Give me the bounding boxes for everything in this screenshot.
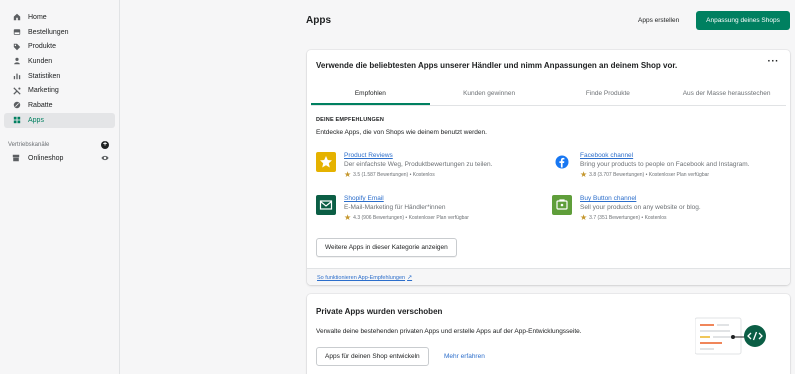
sidebar-item-label: Bestellungen <box>28 28 69 36</box>
rating-star-icon: ★ <box>344 170 352 179</box>
app-card-buy-button: Buy Button channel Sell your products on… <box>552 195 701 222</box>
apps-icon <box>12 115 22 125</box>
tab-recommended[interactable]: Empfohlen <box>311 84 430 105</box>
sidebar-item-label: Produkte <box>28 43 57 51</box>
rating-star-icon: ★ <box>580 170 588 179</box>
sidebar-item-label: Apps <box>28 116 44 124</box>
app-description: Bring your products to people on Faceboo… <box>580 161 750 168</box>
app-rating: 3.7 (351 Bewertungen) • Kostenlos <box>589 215 667 221</box>
analytics-icon <box>12 71 22 81</box>
tab-win-customers[interactable]: Kunden gewinnen <box>430 84 549 105</box>
sidebar-item-label: Statistiken <box>28 72 61 80</box>
developer-illustration-icon <box>695 317 766 355</box>
sales-channels-header: Vertriebskanäle + <box>0 138 119 152</box>
create-apps-button[interactable]: Apps erstellen <box>630 12 687 30</box>
sidebar-item-orders[interactable]: Bestellungen <box>4 25 115 40</box>
develop-apps-button[interactable]: Apps für deinen Shop entwickeln <box>316 347 429 366</box>
app-rating: 4.3 (906 Bewertungen) • Kostenloser Plan… <box>353 215 469 221</box>
external-link-icon: ↗ <box>407 275 413 281</box>
rating-star-icon: ★ <box>580 213 588 222</box>
more-actions-icon[interactable]: ··· <box>768 56 780 67</box>
sidebar-item-analytics[interactable]: Statistiken <box>4 69 115 84</box>
app-description: E-Mail-Marketing für Händler*innen <box>344 204 446 211</box>
app-rating: 3.8 (3.707 Bewertungen) • Kostenloser Pl… <box>589 172 710 178</box>
email-icon <box>316 195 336 215</box>
sidebar-item-label: Home <box>28 13 47 21</box>
facebook-icon <box>552 152 572 172</box>
sidebar-item-products[interactable]: Produkte <box>4 39 115 54</box>
sales-channels-label: Vertriebskanäle <box>8 141 50 148</box>
card-footer: So funktionieren App-Empfehlungen ↗ <box>307 268 790 285</box>
tab-find-products[interactable]: Finde Produkte <box>549 84 668 105</box>
tab-bar: Empfohlen Kunden gewinnen Finde Produkte… <box>311 84 786 106</box>
sidebar: Home Bestellungen Produkte Kunden Statis… <box>0 0 120 374</box>
page-title: Apps <box>306 15 331 26</box>
app-card-shopify-email: Shopify Email E-Mail-Marketing für Händl… <box>316 195 469 222</box>
star-icon <box>316 152 336 172</box>
recommendations-title: Verwende die beliebtesten Apps unserer H… <box>316 61 678 70</box>
private-apps-title: Private Apps wurden verschoben <box>316 307 443 316</box>
rating-star-icon: ★ <box>344 213 352 222</box>
footer-link-label: So funktionieren App-Empfehlungen <box>317 275 406 281</box>
how-recommendations-work-link[interactable]: So funktionieren App-Empfehlungen ↗ <box>317 274 412 281</box>
app-card-product-reviews: Product Reviews Der einfachste Weg, Prod… <box>316 152 492 179</box>
app-name-link[interactable]: Buy Button channel <box>580 195 701 202</box>
app-description: Der einfachste Weg, Produktbewertungen z… <box>344 161 493 168</box>
sidebar-item-onlineshop[interactable]: Onlineshop <box>0 152 119 166</box>
tab-stand-out[interactable]: Aus der Masse herausstechen <box>667 84 786 105</box>
buy-button-icon <box>552 195 572 215</box>
private-apps-description: Verwalte deine bestehenden privaten Apps… <box>316 328 582 335</box>
sidebar-item-apps[interactable]: Apps <box>4 112 115 128</box>
sidebar-item-customers[interactable]: Kunden <box>4 54 115 69</box>
store-icon <box>12 154 22 164</box>
orders-icon <box>12 27 22 37</box>
app-name-link[interactable]: Facebook channel <box>580 152 749 159</box>
tag-icon <box>12 42 22 52</box>
app-description: Sell your products on any website or blo… <box>580 204 701 211</box>
sidebar-item-discounts[interactable]: Rabatte <box>4 98 115 113</box>
eye-icon[interactable] <box>101 154 109 164</box>
sidebar-item-home[interactable]: Home <box>4 10 115 25</box>
app-name-link[interactable]: Product Reviews <box>344 152 492 159</box>
sidebar-item-label: Rabatte <box>28 101 53 109</box>
more-apps-button[interactable]: Weitere Apps in dieser Kategorie anzeige… <box>316 238 457 257</box>
sidebar-item-marketing[interactable]: Marketing <box>4 83 115 98</box>
home-icon <box>12 12 22 22</box>
customize-shop-button[interactable]: Anpassung deines Shops <box>696 11 790 30</box>
recommendations-card: Verwende die beliebtesten Apps unserer H… <box>307 50 790 285</box>
app-rating: 3.5 (1.587 Bewertungen) • Kostenlos <box>353 172 435 178</box>
private-apps-card: Private Apps wurden verschoben Verwalte … <box>307 294 790 374</box>
add-channel-icon[interactable]: + <box>101 140 109 149</box>
discount-icon <box>12 100 22 110</box>
sidebar-item-label: Marketing <box>28 87 59 95</box>
app-card-facebook-channel: Facebook channel Bring your products to … <box>552 152 749 179</box>
section-description: Entdecke Apps, die von Shops wie deinem … <box>316 129 487 136</box>
sidebar-nav: Home Bestellungen Produkte Kunden Statis… <box>0 0 119 128</box>
marketing-icon <box>12 86 22 96</box>
customers-icon <box>12 56 22 66</box>
onlineshop-label: Onlineshop <box>28 155 64 162</box>
sidebar-item-label: Kunden <box>28 57 53 65</box>
learn-more-link[interactable]: Mehr erfahren <box>444 353 485 360</box>
section-caption: DEINE EMPFEHLUNGEN <box>316 117 385 123</box>
app-name-link[interactable]: Shopify Email <box>344 195 469 202</box>
